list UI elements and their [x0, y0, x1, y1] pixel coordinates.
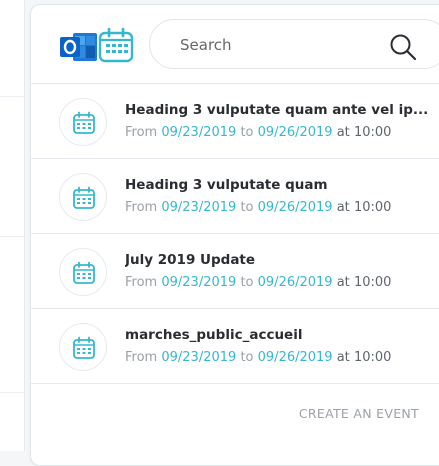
- event-time: 10:00: [353, 200, 392, 215]
- at-label: at: [336, 200, 350, 215]
- end-date: 09/26/2019: [257, 275, 333, 290]
- to-label: to: [240, 200, 254, 215]
- start-date: 09/23/2019: [161, 350, 237, 365]
- event-dates: From 09/23/2019 to 09/26/2019 at 10:00: [125, 275, 391, 290]
- divider: [0, 96, 24, 97]
- end-date: 09/26/2019: [257, 200, 333, 215]
- start-date: 09/23/2019: [161, 200, 237, 215]
- calendar-icon: [59, 323, 107, 371]
- to-label: to: [240, 125, 254, 140]
- end-date: 09/26/2019: [257, 350, 333, 365]
- events-widget: Heading 3 vulputate quam ante vel ip... …: [30, 4, 439, 466]
- divider: [0, 392, 24, 393]
- search-input[interactable]: [178, 33, 382, 57]
- event-time: 10:00: [353, 275, 392, 290]
- from-label: From: [125, 350, 158, 365]
- divider: [0, 236, 24, 237]
- start-date: 09/23/2019: [161, 275, 237, 290]
- calendar-icon: [59, 173, 107, 221]
- event-time: 10:00: [353, 350, 392, 365]
- event-dates: From 09/23/2019 to 09/26/2019 at 10:00: [125, 125, 391, 140]
- from-label: From: [125, 275, 158, 290]
- event-dates: From 09/23/2019 to 09/26/2019 at 10:00: [125, 350, 391, 365]
- event-item[interactable]: Heading 3 vulputate quam ante vel ip... …: [31, 84, 439, 159]
- create-event-link[interactable]: CREATE AN EVENT: [299, 406, 419, 421]
- outlook-icon: [59, 29, 99, 65]
- to-label: to: [240, 350, 254, 365]
- at-label: at: [336, 275, 350, 290]
- event-title[interactable]: July 2019 Update: [125, 252, 439, 268]
- widget-header: [31, 5, 439, 84]
- start-date: 09/23/2019: [161, 125, 237, 140]
- at-label: at: [336, 350, 350, 365]
- event-item[interactable]: marches_public_accueil From 09/23/2019 t…: [31, 309, 439, 384]
- from-label: From: [125, 200, 158, 215]
- to-label: to: [240, 275, 254, 290]
- search-icon[interactable]: [388, 32, 418, 66]
- from-label: From: [125, 125, 158, 140]
- event-item[interactable]: Heading 3 vulputate quam From 09/23/2019…: [31, 159, 439, 234]
- calendar-icon: [59, 98, 107, 146]
- calendar-logo-icon: [97, 27, 135, 69]
- event-item[interactable]: July 2019 Update From 09/23/2019 to 09/2…: [31, 234, 439, 309]
- event-time: 10:00: [353, 125, 392, 140]
- calendar-icon: [59, 248, 107, 296]
- event-dates: From 09/23/2019 to 09/26/2019 at 10:00: [125, 200, 391, 215]
- left-panel-edge: [0, 0, 25, 451]
- at-label: at: [336, 125, 350, 140]
- event-title[interactable]: marches_public_accueil: [125, 327, 439, 343]
- end-date: 09/26/2019: [257, 125, 333, 140]
- event-title[interactable]: Heading 3 vulputate quam: [125, 177, 439, 193]
- event-title[interactable]: Heading 3 vulputate quam ante vel ip...: [125, 102, 439, 118]
- search-box[interactable]: [149, 19, 439, 69]
